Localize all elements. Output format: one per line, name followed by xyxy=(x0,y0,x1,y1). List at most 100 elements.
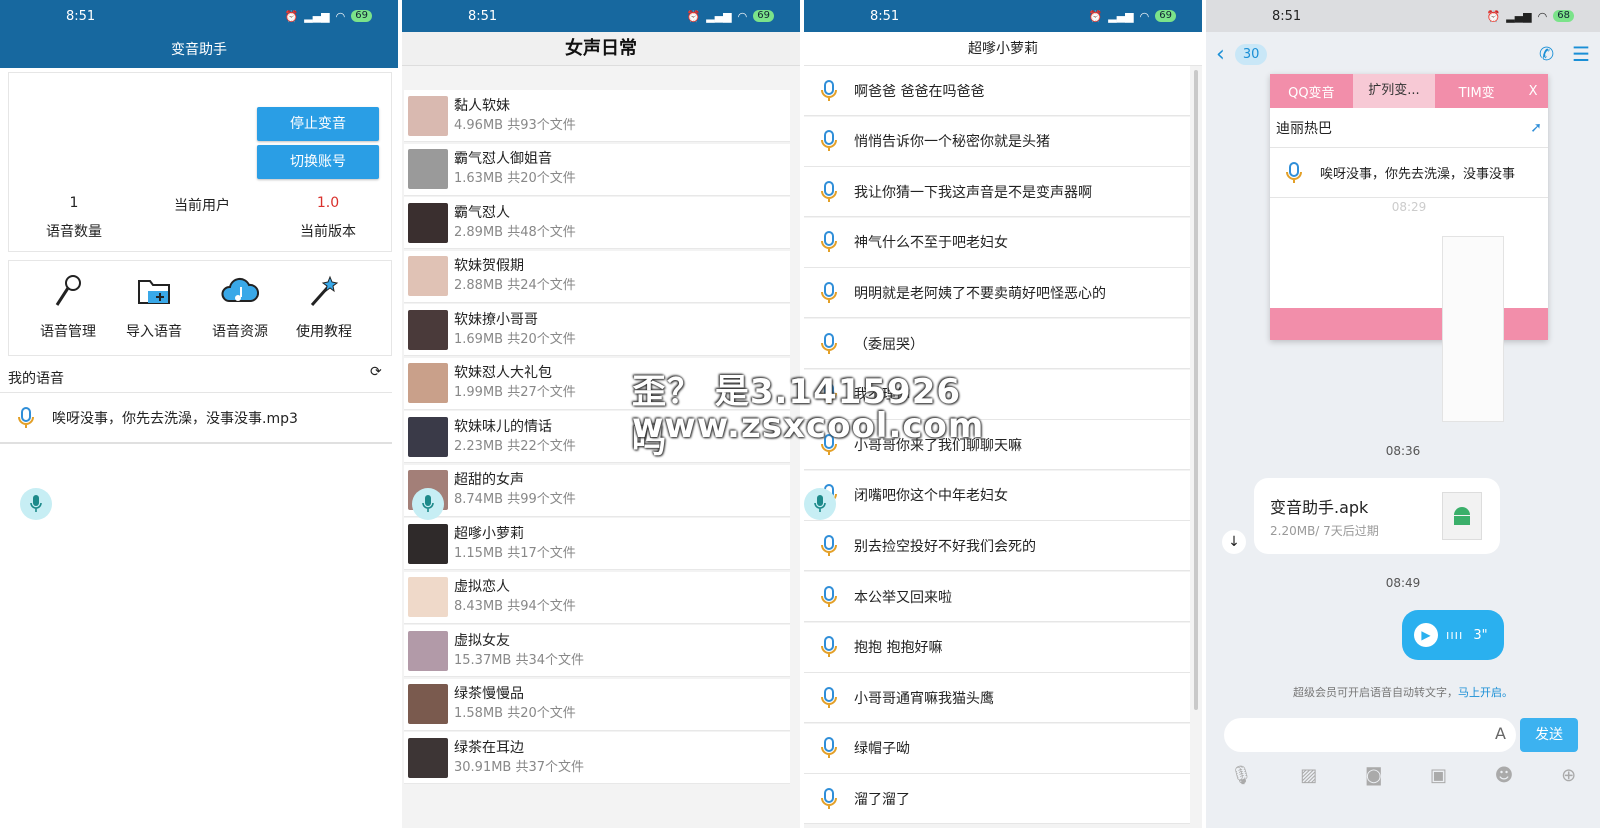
mic-icon xyxy=(818,534,840,557)
pack-size: 1.69MB 共20个文件 xyxy=(454,331,576,347)
font-style-icon[interactable]: A xyxy=(1495,724,1506,743)
voice-clip-item[interactable]: 抱抱 抱抱好嘛 xyxy=(804,622,1190,673)
floating-mic-button[interactable] xyxy=(804,488,836,520)
voice-message-bubble[interactable]: ▶ ıııı 3" xyxy=(1402,610,1504,660)
voice-clip-item[interactable]: 别去捡空投好不好我们会死的 xyxy=(804,521,1190,572)
voice-clip-item[interactable]: 绿帽子呦 xyxy=(804,723,1190,774)
file-message-bubble[interactable]: 变音助手.apk 2.20MB/ 7天后过期 xyxy=(1254,478,1500,554)
close-icon[interactable]: X xyxy=(1518,84,1548,99)
vip-hint: 超级会员可开启语音自动转文字，马上开启。 xyxy=(1293,686,1513,699)
popup-voice-row-title[interactable]: 迪丽热巴 ➚ xyxy=(1270,108,1548,148)
pack-list-item[interactable]: 霸气怼人 2.89MB 共48个文件 xyxy=(404,197,790,249)
back-icon[interactable]: ‹ xyxy=(1216,42,1225,67)
tool-voice-manage[interactable]: 语音管理 xyxy=(23,273,113,341)
pack-name: 霸气怼人御姐音 xyxy=(454,151,552,167)
red-packet-icon[interactable]: ▣ xyxy=(1430,765,1447,786)
pack-list-item[interactable]: 超甜的女声 8.74MB 共99个文件 xyxy=(404,464,790,517)
avatar xyxy=(408,309,448,350)
vip-enable-link[interactable]: 马上开启。 xyxy=(1458,686,1513,699)
pack-size: 1.63MB 共20个文件 xyxy=(454,171,576,186)
voice-clip-item[interactable]: 明明就是老阿姨了不要卖萌好吧怪恶心的 xyxy=(804,268,1190,319)
tab-expand-voice[interactable]: 扩列变... xyxy=(1352,74,1436,108)
stop-voice-change-button[interactable]: 停止变音 xyxy=(257,107,379,141)
pack-list-item[interactable]: 黏人软妹 4.96MB 共93个文件 xyxy=(404,90,790,142)
emoji-icon[interactable]: ☻ xyxy=(1495,765,1514,786)
voice-clip-item[interactable]: 我让你猜一下我这声音是不是变声器啊 xyxy=(804,167,1190,218)
pack-name: 软妹撩小哥哥 xyxy=(454,311,538,328)
status-bar: 8:51 ⏰ ▂▄▆ ◠ 69 xyxy=(402,0,800,32)
image-message-thumbnail[interactable] xyxy=(1442,236,1504,422)
pack-list-item[interactable]: 虚拟恋人 8.43MB 共94个文件 xyxy=(404,571,790,624)
camera-icon[interactable]: ◙ xyxy=(1365,765,1382,786)
avatar xyxy=(408,149,448,189)
pack-list-item[interactable]: 绿茶慢慢品 1.58MB 共20个文件 xyxy=(404,678,790,731)
pack-size: 8.74MB 共99个文件 xyxy=(454,492,576,507)
android-icon xyxy=(1442,492,1482,540)
voice-clip-item[interactable]: 溜了溜了 xyxy=(804,774,1190,825)
download-icon[interactable]: ↓ xyxy=(1222,530,1246,554)
voice-clip-item[interactable]: 啊爸爸 爸爸在吗爸爸 xyxy=(804,66,1190,116)
tab-tim-voice[interactable]: TIM变 xyxy=(1435,82,1518,101)
avatar xyxy=(408,95,448,136)
tool-import-voice[interactable]: 导入语音 xyxy=(109,273,199,341)
chat-header: ‹ 30 ✆ ☰ xyxy=(1206,32,1600,76)
switch-account-button[interactable]: 切换账号 xyxy=(257,145,379,179)
voice-clip-item[interactable]: 神气什么不至于吧老妇女 xyxy=(804,217,1190,268)
pack-name: 软妹怼人大礼包 xyxy=(454,365,552,381)
plus-icon[interactable]: ⊕ xyxy=(1561,765,1576,786)
message-input[interactable]: A xyxy=(1224,718,1516,752)
voice-file-row[interactable]: 唉呀没事，你先去洗澡，没事没事.mp3 xyxy=(0,392,392,444)
pack-size: 30.91MB 共37个文件 xyxy=(454,759,585,775)
file-meta: 2.20MB/ 7天后过期 xyxy=(1270,524,1379,538)
voice-clip-item[interactable]: （委屈哭） xyxy=(804,319,1190,369)
tab-qq-voice[interactable]: QQ变音 xyxy=(1270,82,1353,101)
pack-size: 4.96MB 共93个文件 xyxy=(454,117,576,133)
alarm-icon: ⏰ xyxy=(1486,9,1501,23)
pack-name: 霸气怼人 xyxy=(454,204,510,221)
voice-clip-item[interactable]: 悄悄告诉你一个秘密你就是头猪 xyxy=(804,116,1190,167)
pack-name: 软妹味儿的情话 xyxy=(454,418,552,435)
play-icon[interactable]: ▶ xyxy=(1414,623,1438,647)
file-name: 变音助手.apk xyxy=(1270,498,1369,517)
pack-size: 2.23MB 共22个文件 xyxy=(454,438,576,454)
pack-list-item[interactable]: 霸气怼人御姐音 1.63MB 共20个文件 xyxy=(404,143,790,196)
popup-voice-item[interactable]: 唉呀没事，你先去洗澡，没事没事 xyxy=(1270,148,1548,198)
tool-tutorial[interactable]: 使用教程 xyxy=(279,273,369,341)
wifi-icon: ◠ xyxy=(335,9,346,23)
mic-icon xyxy=(818,130,840,152)
mic-icon xyxy=(818,79,840,102)
alarm-icon: ⏰ xyxy=(284,9,299,23)
pack-size: 1.58MB 共20个文件 xyxy=(454,706,576,721)
menu-icon[interactable]: ☰ xyxy=(1572,42,1590,66)
pack-list-item[interactable]: 软妹撩小哥哥 1.69MB 共20个文件 xyxy=(404,304,790,356)
signal-icon: ▂▄▆ xyxy=(304,9,330,23)
unread-count-badge[interactable]: 30 xyxy=(1234,43,1268,65)
status-time: 8:51 xyxy=(66,8,96,24)
pack-list-item[interactable]: 软妹贺假期 2.88MB 共24个文件 xyxy=(404,250,790,303)
voice-clip-item[interactable]: 闭嘴吧你这个中年老妇女 xyxy=(804,470,1190,521)
tools-card: 语音管理 导入语音 语音资源 使用教程 xyxy=(8,260,392,356)
chat-toolbar: 🎙 ▨ ◙ ▣ ☻ ⊕ xyxy=(1206,760,1600,790)
floating-mic-button[interactable] xyxy=(20,488,52,520)
pack-name: 黏人软妹 xyxy=(454,97,510,114)
pack-list-item[interactable]: 绿茶在耳边 30.91MB 共37个文件 xyxy=(404,732,790,784)
pack-list-item[interactable]: 虚拟女友 15.37MB 共34个文件 xyxy=(404,625,790,677)
tool-voice-resources[interactable]: 语音资源 xyxy=(195,273,285,341)
voice-input-icon[interactable]: 🎙 xyxy=(1230,765,1253,786)
voice-clip-item[interactable]: 小哥哥通宵嘛我猫头鹰 xyxy=(804,673,1190,724)
mic-icon xyxy=(818,231,840,253)
voice-clip-item[interactable]: 本公举又回来啦 xyxy=(804,572,1190,622)
image-icon[interactable]: ▨ xyxy=(1300,765,1317,786)
rocket-icon[interactable]: ➚ xyxy=(1530,120,1542,136)
mic-icon xyxy=(818,686,840,709)
refresh-icon[interactable]: ⟳ xyxy=(370,364,382,380)
scrollbar[interactable] xyxy=(1194,70,1198,710)
alarm-icon: ⏰ xyxy=(686,9,701,23)
phone-icon[interactable]: ✆ xyxy=(1539,44,1554,65)
magic-wand-icon xyxy=(310,275,339,306)
pack-list-item[interactable]: 超嗲小萝莉 1.15MB 共17个文件 xyxy=(404,518,790,570)
wifi-icon: ◠ xyxy=(1537,9,1548,23)
floating-mic-button[interactable] xyxy=(412,488,444,520)
battery-icon: 69 xyxy=(753,10,774,22)
send-button[interactable]: 发送 xyxy=(1520,718,1578,752)
